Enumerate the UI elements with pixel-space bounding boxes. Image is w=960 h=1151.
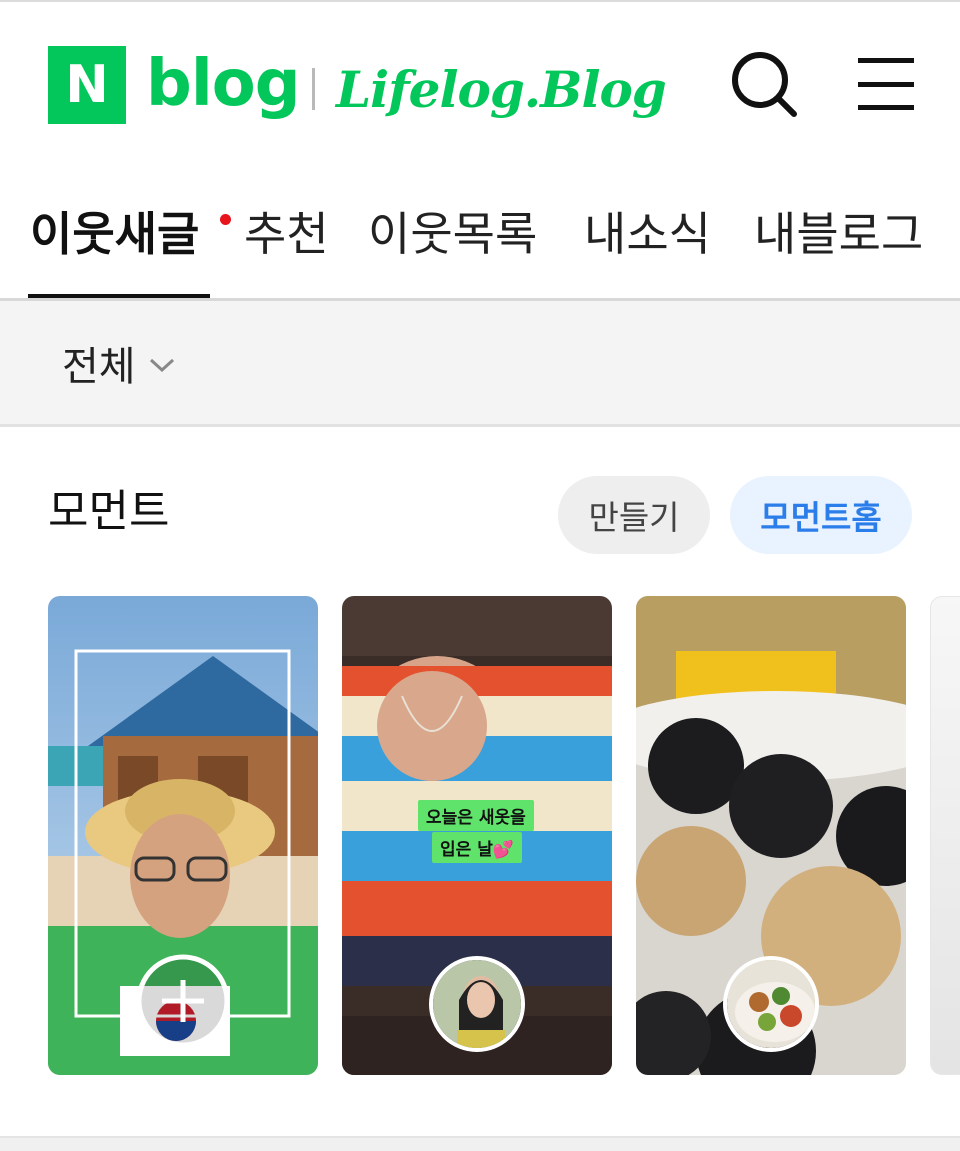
filter-label: 전체: [62, 344, 136, 390]
tab-neighbor-list[interactable]: 이웃목록: [368, 204, 537, 264]
avatar: [429, 956, 525, 1052]
moment-sticker-line-1: 오늘은 새옷을: [418, 800, 534, 831]
chevron-down-icon: [149, 358, 174, 373]
naver-n-logo[interactable]: N: [48, 46, 126, 124]
plus-icon: [136, 954, 230, 1048]
app-header: N blog Lifelog.Blog: [0, 2, 960, 160]
moment-card-partial[interactable]: [930, 596, 960, 1075]
new-indicator-dot: [220, 214, 231, 225]
hamburger-menu-icon: [858, 58, 914, 110]
blog-logo-text[interactable]: blog: [146, 42, 301, 126]
tab-bar: 이웃새글 추천 이웃목록 내소식 내블로그: [0, 160, 960, 300]
search-button[interactable]: [728, 48, 800, 120]
filter-dropdown[interactable]: 전체: [62, 335, 176, 391]
blog-name-title[interactable]: Lifelog.Blog: [336, 50, 667, 130]
filter-divider: [0, 424, 960, 427]
avatar: [723, 956, 819, 1052]
moment-section-title: 모먼트: [48, 486, 170, 537]
tab-my-blog[interactable]: 내블로그: [754, 204, 923, 264]
logo-divider: [312, 68, 315, 110]
filter-bar: 전체: [0, 301, 960, 424]
tab-recommend[interactable]: 추천: [244, 204, 329, 264]
tab-my-news[interactable]: 내소식: [584, 204, 711, 264]
bottom-section-divider: [0, 1136, 960, 1151]
tab-neighbor-new-posts[interactable]: 이웃새글: [30, 204, 199, 264]
moment-create-card[interactable]: [48, 596, 318, 1075]
moment-sticker-line-2: 입은 날💕: [432, 832, 523, 863]
moment-card[interactable]: 오늘은 새옷을 입은 날💕: [342, 596, 612, 1075]
menu-button[interactable]: [856, 52, 918, 116]
make-moment-button[interactable]: 만들기: [558, 476, 710, 554]
moment-card[interactable]: [636, 596, 906, 1075]
search-icon: [732, 52, 797, 117]
moment-home-button[interactable]: 모먼트홈: [730, 476, 912, 554]
